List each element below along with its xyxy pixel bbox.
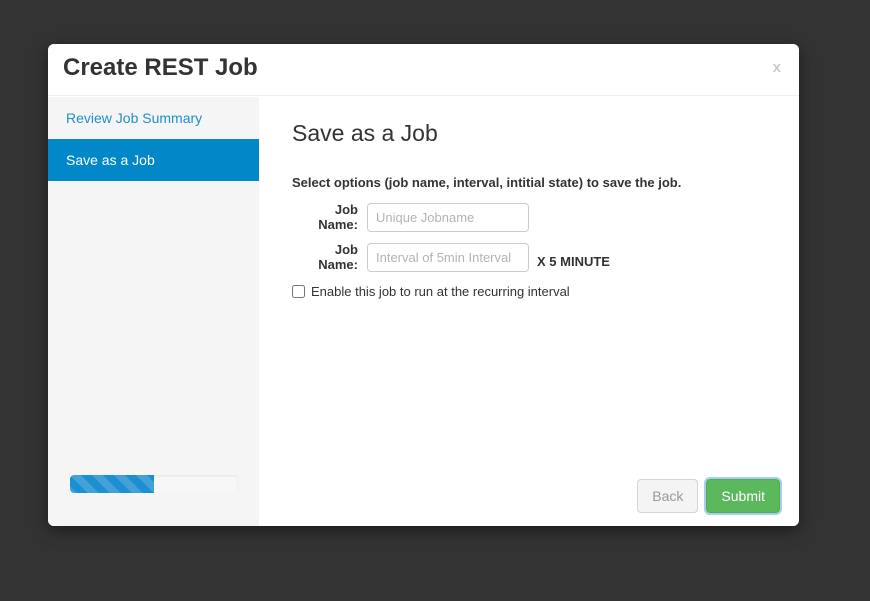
enable-recurring-checkbox[interactable] bbox=[292, 285, 305, 298]
create-rest-job-dialog: Create REST Job x Review Job Summary Sav… bbox=[48, 44, 799, 526]
interval-label: Job Name: bbox=[318, 242, 358, 272]
interval-suffix-text: X 5 MINUTE bbox=[537, 253, 610, 269]
main-content: Save as a Job Select options (job name, … bbox=[259, 97, 799, 526]
page-title: Create REST Job bbox=[63, 54, 258, 81]
sidebar-item-label: Review Job Summary bbox=[66, 110, 203, 126]
dialog-footer: Back Submit bbox=[637, 477, 782, 515]
enable-recurring-row: Enable this job to run at the recurring … bbox=[292, 284, 570, 299]
dialog-header: Create REST Job x bbox=[48, 44, 799, 96]
job-name-input[interactable] bbox=[367, 202, 529, 232]
back-button[interactable]: Back bbox=[637, 479, 699, 513]
job-name-row: Job Name: bbox=[292, 202, 529, 232]
instructions-text: Select options (job name, interval, inti… bbox=[292, 175, 682, 190]
section-heading: Save as a Job bbox=[292, 120, 438, 146]
job-name-label: Job Name: bbox=[318, 202, 358, 232]
dialog-body: Review Job Summary Save as a Job Save as… bbox=[48, 97, 799, 526]
interval-input[interactable] bbox=[367, 242, 529, 272]
sidebar-item-save-as-a-job[interactable]: Save as a Job bbox=[48, 139, 259, 181]
sidebar-item-label: Save as a Job bbox=[66, 152, 155, 168]
interval-row: Job Name: X 5 MINUTE bbox=[292, 242, 610, 272]
submit-button[interactable]: Submit bbox=[704, 477, 782, 515]
sidebar-item-review-job-summary[interactable]: Review Job Summary bbox=[48, 97, 259, 139]
close-icon[interactable]: x bbox=[769, 58, 785, 77]
enable-recurring-label[interactable]: Enable this job to run at the recurring … bbox=[311, 284, 570, 299]
wizard-progress-fill bbox=[70, 475, 154, 493]
sidebar: Review Job Summary Save as a Job bbox=[48, 97, 259, 526]
wizard-progress-bar bbox=[70, 475, 238, 493]
